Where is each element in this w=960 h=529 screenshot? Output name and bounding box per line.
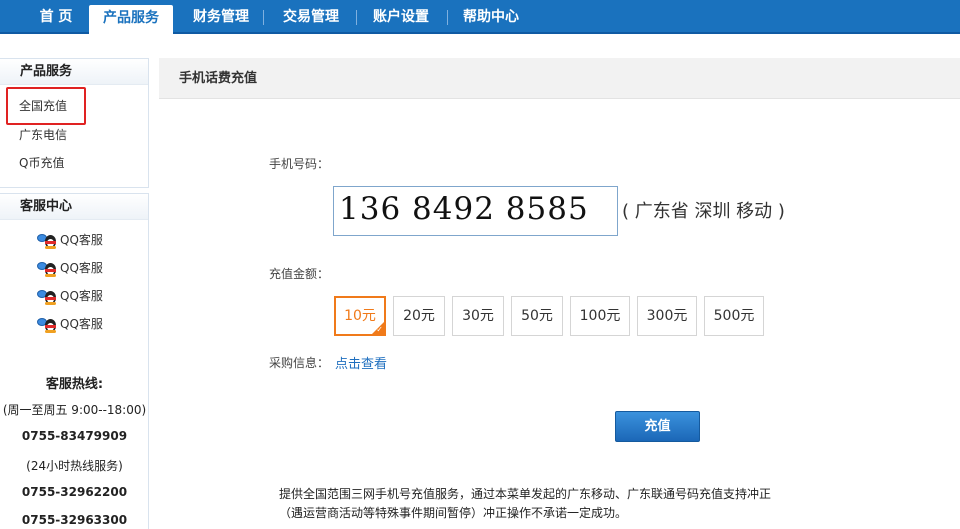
nav-help[interactable]: 帮助中心 bbox=[450, 0, 532, 34]
qq-icon bbox=[37, 233, 60, 249]
amount-option-300[interactable]: 300元 bbox=[637, 296, 697, 336]
qq-support-link[interactable]: QQ客服 bbox=[37, 231, 103, 249]
purchase-info-label: 采购信息： bbox=[269, 356, 330, 370]
amount-option-100[interactable]: 100元 bbox=[570, 296, 630, 336]
service-notice: （遇运营商活动等特殊事件期间暂停）冲正操作不承诺一定成功。 bbox=[279, 506, 628, 520]
sidebar-item-guangdong-telecom[interactable]: 广东电信 bbox=[19, 126, 67, 143]
check-icon: ✓ bbox=[376, 325, 383, 334]
selected-item-highlight bbox=[6, 87, 86, 125]
service-notice: 提供全国范围三网手机号充值服务，通过本菜单发起的广东移动、广东联通号码充值支持冲… bbox=[279, 487, 772, 501]
phone-number-input[interactable]: 136 8492 8585 bbox=[333, 186, 618, 236]
page-title: 手机话费充值 bbox=[159, 58, 960, 99]
amount-option-10[interactable]: 10元 ✓ bbox=[334, 296, 386, 336]
service-hours-24h: (24小时热线服务) bbox=[26, 459, 123, 473]
amount-option-500[interactable]: 500元 bbox=[704, 296, 764, 336]
nav-divider bbox=[356, 10, 357, 25]
hotline-phone: 0755-32963300 bbox=[21, 513, 128, 527]
hotline-phone: 0755-32962200 bbox=[21, 485, 128, 499]
qq-support-link[interactable]: QQ客服 bbox=[37, 287, 103, 305]
qq-support-label: QQ客服 bbox=[60, 289, 103, 303]
top-nav: 首 页 产品服务 财务管理 交易管理 账户设置 帮助中心 bbox=[0, 0, 960, 34]
nav-divider bbox=[263, 10, 264, 25]
nav-transactions[interactable]: 交易管理 bbox=[270, 0, 352, 34]
amount-option-50[interactable]: 50元 bbox=[511, 296, 563, 336]
hotline-title: 客服热线: bbox=[45, 377, 104, 392]
qq-support-link[interactable]: QQ客服 bbox=[37, 315, 103, 333]
nav-divider bbox=[447, 10, 448, 25]
sidebar-service-title: 客服中心 bbox=[0, 194, 148, 220]
amount-option-20[interactable]: 20元 bbox=[393, 296, 445, 336]
sidebar-item-q-coin[interactable]: Q币充值 bbox=[19, 154, 64, 171]
nav-home[interactable]: 首 页 bbox=[24, 0, 88, 34]
qq-icon bbox=[37, 317, 60, 333]
qq-support-label: QQ客服 bbox=[60, 317, 103, 331]
amount-label: 充值金额： bbox=[269, 267, 330, 281]
phone-location: ( 广东省 深圳 移动 ) bbox=[622, 201, 785, 222]
phone-label: 手机号码： bbox=[269, 157, 330, 171]
hotline-phone: 0755-83479909 bbox=[21, 429, 128, 443]
sidebar-product-title: 产品服务 bbox=[0, 59, 148, 85]
service-hours: (周一至周五 9:00--18:00) bbox=[2, 403, 147, 417]
purchase-info-link[interactable]: 点击查看 bbox=[335, 353, 387, 372]
amount-option-30[interactable]: 30元 bbox=[452, 296, 504, 336]
qq-icon bbox=[37, 261, 60, 277]
recharge-button[interactable]: 充值 bbox=[615, 411, 700, 442]
nav-finance[interactable]: 财务管理 bbox=[180, 0, 262, 34]
qq-support-label: QQ客服 bbox=[60, 261, 103, 275]
qq-support-label: QQ客服 bbox=[60, 233, 103, 247]
qq-icon bbox=[37, 289, 60, 305]
nav-account[interactable]: 账户设置 bbox=[360, 0, 442, 34]
nav-products[interactable]: 产品服务 bbox=[89, 5, 173, 34]
qq-support-link[interactable]: QQ客服 bbox=[37, 259, 103, 277]
